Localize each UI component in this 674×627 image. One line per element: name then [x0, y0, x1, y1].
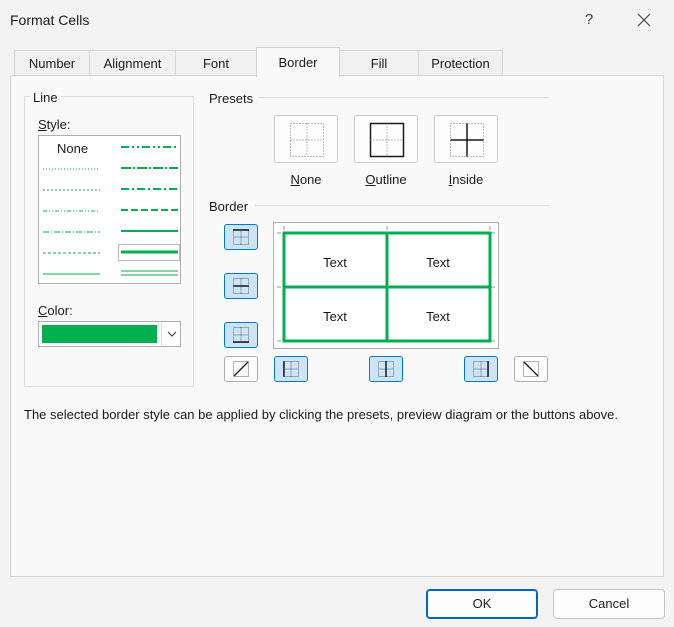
border-inside-icon: [450, 123, 484, 157]
style-label: Style:: [38, 117, 71, 132]
border-preview-grid[interactable]: [274, 223, 498, 348]
border-divider: [255, 205, 549, 206]
color-dropdown[interactable]: [38, 321, 181, 347]
tab-number[interactable]: Number: [14, 50, 90, 76]
close-icon: [637, 13, 651, 27]
preview-text-bottom-right: Text: [426, 309, 450, 324]
border-preview[interactable]: Text Text Text Text: [273, 222, 499, 349]
border-inside-horizontal-icon: [233, 278, 249, 294]
border-right-icon: [473, 361, 489, 377]
border-label: Border: [209, 199, 249, 214]
preset-none-button[interactable]: [274, 115, 338, 163]
presets-label: Presets: [209, 91, 254, 106]
border-diagonal-down-button[interactable]: [514, 356, 548, 382]
border-description: The selected border style can be applied…: [24, 407, 619, 422]
diagonal-down-icon: [523, 361, 539, 377]
preset-none-label: None: [290, 172, 322, 187]
preview-text-bottom-left: Text: [323, 309, 347, 324]
presets-divider: [258, 97, 549, 98]
preset-outline-button[interactable]: [354, 115, 418, 163]
tab-border[interactable]: Border: [256, 47, 340, 77]
border-diagonal-up-button[interactable]: [224, 356, 258, 382]
chevron-down-icon: [167, 331, 177, 337]
color-label: Color:: [38, 303, 73, 318]
border-middle-horizontal-button[interactable]: [224, 273, 258, 299]
border-left-icon: [283, 361, 299, 377]
preset-inside-label: Inside: [448, 172, 484, 187]
tab-alignment[interactable]: Alignment: [89, 50, 176, 76]
tab-font[interactable]: Font: [175, 50, 257, 76]
border-top-button[interactable]: [224, 224, 258, 250]
ok-button[interactable]: OK: [426, 589, 538, 619]
color-swatch: [42, 325, 157, 343]
line-group-label: Line: [30, 90, 61, 105]
border-bottom-button[interactable]: [224, 322, 258, 348]
border-right-button[interactable]: [464, 356, 498, 382]
border-inside-vertical-icon: [378, 361, 394, 377]
line-style-samples[interactable]: [39, 136, 182, 285]
border-bottom-icon: [233, 327, 249, 343]
preview-text-top-left: Text: [323, 255, 347, 270]
border-middle-vertical-button[interactable]: [369, 356, 403, 382]
border-left-button[interactable]: [274, 356, 308, 382]
cancel-button[interactable]: Cancel: [553, 589, 665, 619]
diagonal-up-icon: [233, 361, 249, 377]
border-top-icon: [233, 229, 249, 245]
preset-inside-button[interactable]: [434, 115, 498, 163]
close-button[interactable]: [630, 6, 660, 34]
title-bar: Format Cells ?: [0, 0, 674, 40]
border-none-icon: [290, 123, 324, 157]
line-style-list[interactable]: None: [38, 135, 181, 284]
window-title: Format Cells: [10, 12, 90, 28]
color-dropdown-arrow[interactable]: [161, 322, 181, 346]
preview-text-top-right: Text: [426, 255, 450, 270]
tab-fill[interactable]: Fill: [339, 50, 419, 76]
help-button[interactable]: ?: [575, 6, 603, 34]
border-outline-icon: [369, 122, 405, 158]
preset-outline-label: Outline: [365, 172, 407, 187]
tab-protection[interactable]: Protection: [418, 50, 503, 76]
